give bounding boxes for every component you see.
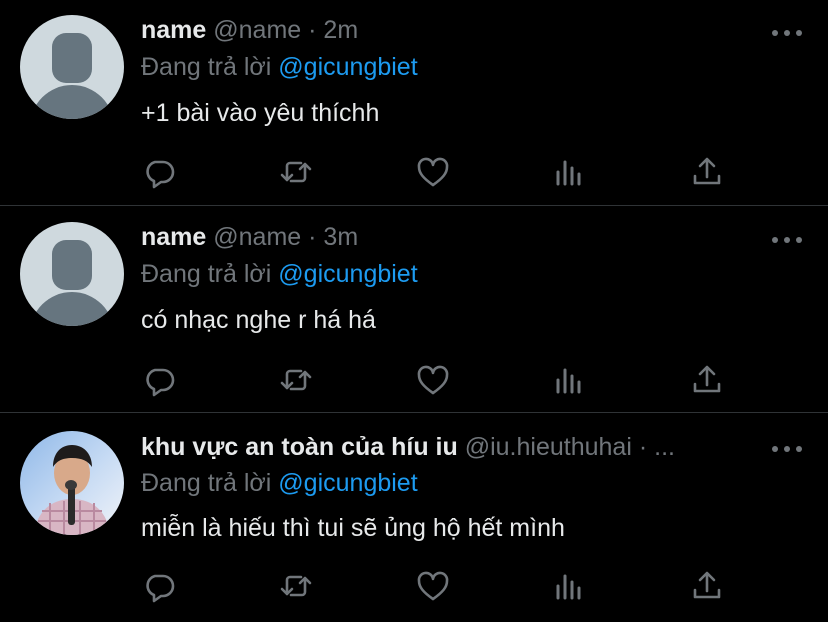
retweet-icon xyxy=(280,575,312,597)
reply-icon xyxy=(146,574,175,603)
reply-prefix: Đang trả lời xyxy=(141,469,272,497)
tweet-text: có nhạc nghe r há há xyxy=(141,306,376,334)
avatar[interactable] xyxy=(20,431,124,535)
avatar[interactable] xyxy=(20,222,124,326)
separator-dot: · xyxy=(308,223,317,251)
display-name[interactable]: name xyxy=(141,223,206,251)
like-icon xyxy=(417,571,449,601)
share-icon xyxy=(693,157,721,185)
separator-dot: · xyxy=(638,433,648,461)
reply-context: Đang trả lời @gicungbiet xyxy=(141,260,418,289)
tweet-text: miễn là hiếu thì tui sẽ ủng hộ hết mình xyxy=(141,514,565,542)
share-icon xyxy=(693,365,721,393)
analytics-button[interactable] xyxy=(552,154,588,190)
user-handle[interactable]: @iu.hieuthuhai xyxy=(465,433,632,461)
share-icon xyxy=(693,571,721,599)
analytics-icon xyxy=(556,574,581,600)
like-icon xyxy=(417,365,449,395)
analytics-icon xyxy=(556,160,581,186)
profile-photo xyxy=(34,445,110,535)
retweet-button[interactable] xyxy=(278,568,314,604)
tweet-feed: name @name · 2m Đang trả lời @gicungbiet… xyxy=(0,0,828,622)
tweet-header: khu vực an toàn của híu iu @iu.hieuthuha… xyxy=(141,433,675,462)
display-name[interactable]: name xyxy=(141,16,206,44)
reply-mention[interactable]: @gicungbiet xyxy=(278,53,417,81)
reply-button[interactable] xyxy=(141,362,177,398)
more-icon[interactable] xyxy=(770,27,804,39)
tweet-actions xyxy=(141,154,741,190)
retweet-button[interactable] xyxy=(278,362,314,398)
analytics-button[interactable] xyxy=(552,362,588,398)
share-button[interactable] xyxy=(689,154,725,190)
like-button[interactable] xyxy=(415,154,451,190)
tweet[interactable]: name @name · 3m Đang trả lời @gicungbiet… xyxy=(0,206,828,412)
reply-context: Đang trả lời @gicungbiet xyxy=(141,469,418,498)
user-handle[interactable]: @name xyxy=(213,16,301,44)
reply-button[interactable] xyxy=(141,154,177,190)
reply-button[interactable] xyxy=(141,568,177,604)
display-name[interactable]: khu vực an toàn của híu iu xyxy=(141,433,458,461)
reply-prefix: Đang trả lời xyxy=(141,260,272,288)
tweet-header: name @name · 3m xyxy=(141,223,358,252)
share-button[interactable] xyxy=(689,568,725,604)
like-button[interactable] xyxy=(415,568,451,604)
tweet[interactable]: name @name · 2m Đang trả lời @gicungbiet… xyxy=(0,0,828,205)
user-handle[interactable]: @name xyxy=(213,223,301,251)
analytics-icon xyxy=(556,368,581,394)
timestamp[interactable]: 3m xyxy=(323,223,358,251)
more-icon[interactable] xyxy=(770,234,804,246)
reply-icon xyxy=(146,160,175,189)
retweet-button[interactable] xyxy=(278,154,314,190)
reply-mention[interactable]: @gicungbiet xyxy=(278,469,417,497)
reply-prefix: Đang trả lời xyxy=(141,53,272,81)
reply-icon xyxy=(146,368,175,397)
reply-context: Đang trả lời @gicungbiet xyxy=(141,53,418,82)
tweet-text: +1 bài vào yêu thíchh xyxy=(141,99,380,127)
tweet-actions xyxy=(141,362,741,398)
more-icon[interactable] xyxy=(770,443,804,455)
share-button[interactable] xyxy=(689,362,725,398)
timestamp[interactable]: 2m xyxy=(323,16,358,44)
tweet-actions xyxy=(141,568,741,604)
separator-dot: · xyxy=(308,16,317,44)
tweet[interactable]: khu vực an toàn của híu iu @iu.hieuthuha… xyxy=(0,413,828,622)
reply-mention[interactable]: @gicungbiet xyxy=(278,260,417,288)
retweet-icon xyxy=(280,161,312,183)
like-icon xyxy=(417,157,449,187)
tweet-header: name @name · 2m xyxy=(141,16,358,45)
timestamp[interactable]: ... xyxy=(654,433,675,461)
analytics-button[interactable] xyxy=(552,568,588,604)
avatar[interactable] xyxy=(20,15,124,119)
like-button[interactable] xyxy=(415,362,451,398)
retweet-icon xyxy=(280,369,312,391)
